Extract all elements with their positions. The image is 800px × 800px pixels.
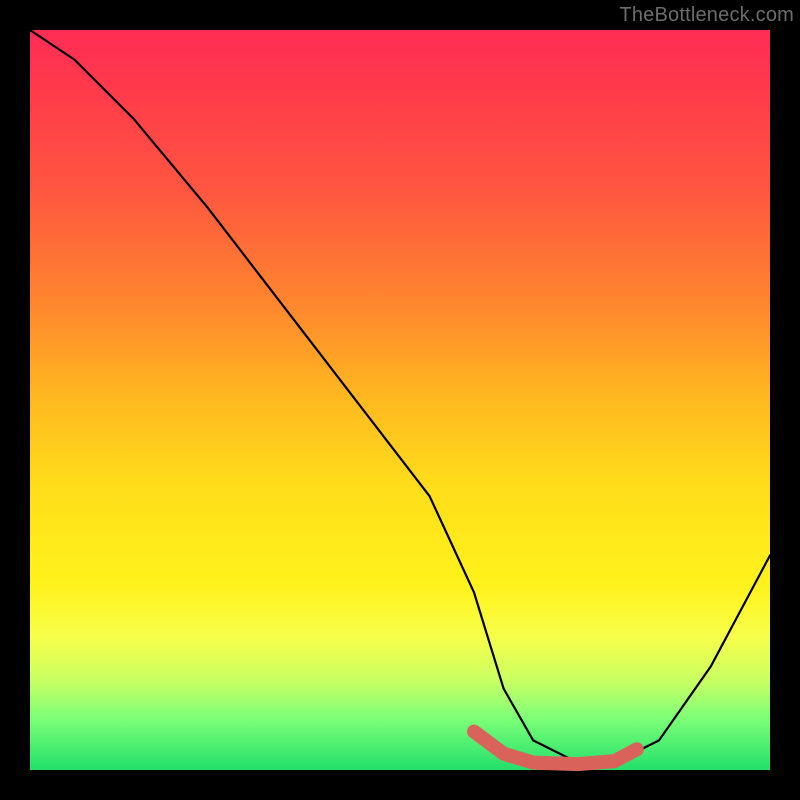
- bottleneck-curve: [30, 30, 770, 763]
- watermark-text: TheBottleneck.com: [619, 4, 794, 27]
- chart-svg: [0, 0, 800, 800]
- chart-container: TheBottleneck.com: [0, 0, 800, 800]
- flat-bottom-highlight: [474, 732, 637, 765]
